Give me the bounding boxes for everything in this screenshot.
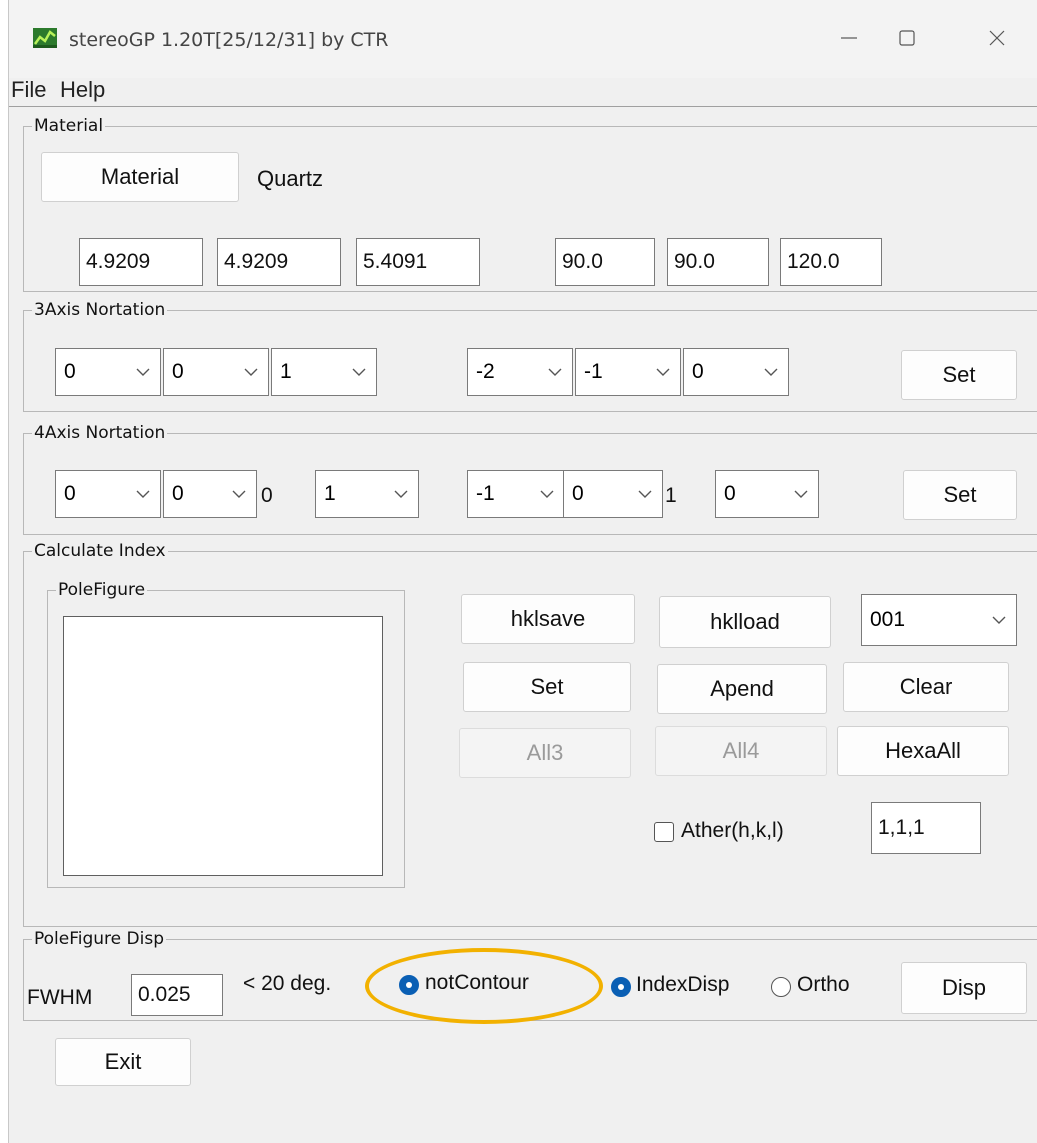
axis3-set-button[interactable]: Set — [901, 350, 1017, 400]
chevron-down-icon — [232, 490, 246, 498]
axis3-select-4-value: -2 — [476, 360, 495, 383]
axis3-group-label: 3Axis Nortation — [32, 300, 168, 320]
hexaall-button[interactable]: HexaAll — [837, 726, 1009, 776]
axis3-select-5-value: -1 — [584, 360, 603, 383]
chevron-down-icon — [136, 368, 150, 376]
close-icon — [989, 30, 1005, 46]
lattice-alpha-field[interactable]: 90.0 — [555, 238, 655, 286]
ather-field[interactable]: 1,1,1 — [871, 802, 981, 854]
index-select-value: 001 — [870, 608, 906, 631]
menu-help[interactable]: Help — [60, 76, 105, 104]
lattice-gamma-field[interactable]: 120.0 — [780, 238, 882, 286]
fwhm-field[interactable]: 0.025 — [131, 974, 223, 1016]
index-disp-radio[interactable] — [611, 977, 631, 997]
exit-button[interactable]: Exit — [55, 1038, 191, 1086]
not-contour-radio[interactable] — [399, 975, 419, 995]
all4-button: All4 — [655, 726, 827, 776]
axis3-select-2-value: 0 — [172, 360, 184, 383]
axis4-select-5[interactable]: 0 — [563, 470, 663, 518]
polefigure-list[interactable] — [63, 616, 383, 876]
axis4-select-6-value: 0 — [724, 482, 736, 505]
axis3-select-4[interactable]: -2 — [467, 348, 573, 396]
axis4-set-button[interactable]: Set — [903, 470, 1017, 520]
axis3-select-3-value: 1 — [280, 360, 292, 383]
minimize-icon — [841, 37, 857, 39]
axis3-select-6[interactable]: 0 — [683, 348, 789, 396]
axis3-select-1-value: 0 — [64, 360, 76, 383]
chevron-down-icon — [352, 368, 366, 376]
chevron-down-icon — [394, 490, 408, 498]
maximize-icon — [899, 30, 915, 46]
menu-separator — [9, 106, 1037, 107]
hklload-button[interactable]: hklload — [659, 596, 831, 648]
axis4-select-1-value: 0 — [64, 482, 76, 505]
axis4-select-3[interactable]: 1 — [315, 470, 419, 518]
disp-button[interactable]: Disp — [901, 962, 1027, 1014]
lattice-c-field[interactable]: 5.4091 — [356, 238, 480, 286]
chevron-down-icon — [638, 490, 652, 498]
axis4-select-4[interactable]: -1 — [467, 470, 565, 518]
apend-button[interactable]: Apend — [657, 664, 827, 714]
chevron-down-icon — [992, 616, 1006, 624]
axis3-select-5[interactable]: -1 — [575, 348, 681, 396]
material-button[interactable]: Material — [41, 152, 239, 202]
ortho-label: Ortho — [797, 973, 850, 996]
axis4-select-2[interactable]: 0 — [163, 470, 257, 518]
axis4-static-l: 1 — [665, 484, 677, 507]
lattice-beta-field[interactable]: 90.0 — [667, 238, 769, 286]
chevron-down-icon — [794, 490, 808, 498]
lattice-b-field[interactable]: 4.9209 — [217, 238, 341, 286]
maximize-button[interactable] — [877, 14, 937, 62]
axis4-group-label: 4Axis Nortation — [32, 423, 168, 443]
all3-button: All3 — [459, 728, 631, 778]
axis4-static-i: 0 — [261, 484, 273, 507]
clear-button[interactable]: Clear — [843, 662, 1009, 712]
axis4-select-1[interactable]: 0 — [55, 470, 161, 518]
menu-bar: File Help — [9, 76, 1037, 106]
deg-label: < 20 deg. — [243, 972, 332, 995]
material-name: Quartz — [257, 166, 324, 191]
ather-checkbox[interactable] — [654, 822, 674, 842]
chevron-down-icon — [764, 368, 778, 376]
axis3-select-2[interactable]: 0 — [163, 348, 269, 396]
axis3-select-3[interactable]: 1 — [271, 348, 377, 396]
index-select[interactable]: 001 — [861, 594, 1017, 646]
close-button[interactable] — [967, 14, 1027, 62]
not-contour-label: notContour — [425, 971, 529, 994]
lattice-a-field[interactable]: 4.9209 — [79, 238, 203, 286]
window-title: stereoGP 1.20T[25/12/31] by CTR — [69, 29, 389, 51]
chevron-down-icon — [656, 368, 670, 376]
axis4-select-4-value: -1 — [476, 482, 495, 505]
calculate-index-group-label: Calculate Index — [32, 541, 168, 561]
chevron-down-icon — [548, 368, 562, 376]
axis4-select-2-value: 0 — [172, 482, 184, 505]
ather-label: Ather(h,k,l) — [681, 819, 784, 842]
axis4-select-6[interactable]: 0 — [715, 470, 819, 518]
menu-file[interactable]: File — [11, 76, 46, 104]
index-disp-label: IndexDisp — [636, 973, 730, 996]
axis4-select-3-value: 1 — [324, 482, 336, 505]
calc-set-button[interactable]: Set — [463, 662, 631, 712]
fwhm-label: FWHM — [27, 986, 93, 1009]
axis3-select-1[interactable]: 0 — [55, 348, 161, 396]
app-window: stereoGP 1.20T[25/12/31] by CTR File Hel… — [8, 0, 1037, 1143]
chevron-down-icon — [136, 490, 150, 498]
ortho-radio[interactable] — [771, 977, 791, 997]
app-icon — [33, 28, 57, 48]
material-group-label: Material — [32, 116, 106, 136]
polefigure-disp-group-label: PoleFigure Disp — [32, 929, 166, 949]
axis3-select-6-value: 0 — [692, 360, 704, 383]
chevron-down-icon — [244, 368, 258, 376]
minimize-button[interactable] — [819, 14, 879, 62]
title-bar[interactable]: stereoGP 1.20T[25/12/31] by CTR — [9, 0, 1037, 78]
chevron-down-icon — [540, 490, 554, 498]
polefigure-group-label: PoleFigure — [56, 580, 148, 600]
hklsave-button[interactable]: hklsave — [461, 594, 635, 644]
axis4-select-5-value: 0 — [572, 482, 584, 505]
